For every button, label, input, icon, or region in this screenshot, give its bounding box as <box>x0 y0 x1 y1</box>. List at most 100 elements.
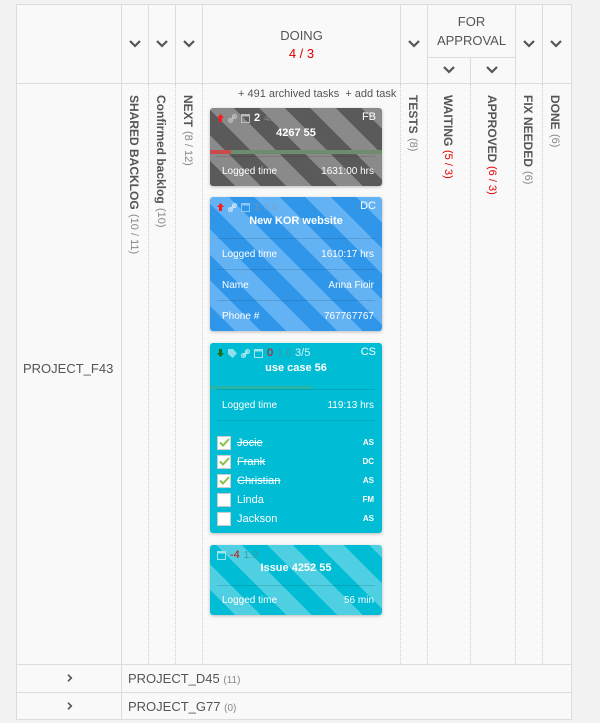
collapse-next-button[interactable] <box>181 38 197 50</box>
checklist-item-name: Frank <box>237 455 266 468</box>
subtask-count: 1 <box>254 201 260 213</box>
add-task-link[interactable]: + add task <box>345 88 396 100</box>
checkbox[interactable] <box>217 454 231 469</box>
estimate: 1.0 <box>277 347 292 359</box>
project-name: PROJECT_D45 <box>128 671 220 686</box>
column-title: TESTS <box>406 95 420 134</box>
column-title: FIX NEEDED <box>521 95 535 168</box>
column-title: APPROVED <box>485 95 499 163</box>
checkmark-icon <box>218 438 230 447</box>
link-icon <box>228 113 237 123</box>
field-value: 767767767 <box>323 311 374 322</box>
chevron-down-icon <box>486 66 498 74</box>
checklist-item: Jackson AS <box>217 510 374 527</box>
collapse-shared-backlog-button[interactable] <box>127 38 143 50</box>
for-approval-column-header: FOR APPROVAL <box>428 12 515 50</box>
field-row: Phone # 767767767 <box>222 311 374 322</box>
checklist-item-initials: DC <box>362 457 374 466</box>
checkbox[interactable] <box>217 511 231 526</box>
doing-column-title: DOING <box>280 28 323 43</box>
project-d45-label[interactable]: PROJECT_D45 (11) <box>128 671 240 686</box>
expand-project-d45-button[interactable] <box>62 672 78 684</box>
field-row: Logged time 56 min <box>222 595 374 606</box>
task-card[interactable]: 1 1.0 DC New KOR website Logged time 1610… <box>210 197 382 331</box>
collapse-confirmed-backlog-button[interactable] <box>154 38 170 50</box>
field-label: Logged time <box>222 595 278 606</box>
chevron-down-icon <box>156 40 168 48</box>
link-icon <box>228 202 237 212</box>
field-label: Logged time <box>222 166 278 177</box>
estimate: 1.0 <box>263 201 278 213</box>
card-title: Issue 4252 55 <box>260 562 332 574</box>
checkbox[interactable] <box>217 435 231 450</box>
collapse-fix-needed-button[interactable] <box>521 38 537 50</box>
checklist-item: Jocie AS <box>217 434 374 451</box>
column-count: (8) <box>407 137 419 152</box>
chevron-down-icon <box>183 40 195 48</box>
field-row: Logged time 1631:00 hrs <box>222 166 374 177</box>
estimate: 1.0 <box>243 549 258 561</box>
priority-low-icon <box>217 349 224 357</box>
calendar-icon <box>241 114 250 123</box>
due-days: 0 <box>267 347 274 359</box>
archived-tasks-link[interactable]: + 491 archived tasks <box>238 88 339 100</box>
for-approval-title-line1: FOR <box>457 14 486 29</box>
card-title: New KOR website <box>249 215 343 227</box>
card-title: 4267 55 <box>276 127 316 139</box>
priority-high-icon <box>217 114 224 122</box>
field-value: 56 min <box>343 595 374 606</box>
column-title: WAITING <box>441 95 455 147</box>
task-card[interactable]: 0 1.0 3/5 CS use case 56 Logged time 119:… <box>210 343 382 533</box>
column-count: (5 / 3) <box>442 150 454 180</box>
field-label: Logged time <box>222 249 278 260</box>
done-column-label: DONE (6) <box>548 95 562 147</box>
chevron-right-icon <box>67 702 73 710</box>
column-title: SHARED BACKLOG <box>127 95 141 210</box>
task-card[interactable]: 2 4.0 FB 4267 55 Logged time 1631:00 hrs <box>210 108 382 186</box>
tag-icon <box>228 348 237 358</box>
field-value: Anna Fioir <box>328 280 374 291</box>
column-title: Confirmed backlog <box>154 95 168 204</box>
doing-column-header: DOING 4 / 3 <box>203 28 400 61</box>
checklist-item-name: Linda <box>237 493 264 506</box>
for-approval-title-line2: APPROVAL <box>436 33 507 48</box>
checklist-item-initials: AS <box>362 514 374 523</box>
card-title: use case 56 <box>265 362 327 374</box>
collapse-approved-button[interactable] <box>484 64 500 76</box>
chevron-down-icon <box>129 40 141 48</box>
approved-column-label: APPROVED (6 / 3) <box>485 95 499 195</box>
checklist-item: Frank DC <box>217 453 374 470</box>
collapse-waiting-button[interactable] <box>441 64 457 76</box>
project-count: (11) <box>223 675 241 686</box>
confirmed-backlog-column-label: Confirmed backlog (10) <box>154 95 168 227</box>
field-row: Name Anna Fioir <box>222 280 374 291</box>
due-days: -4 <box>230 549 240 561</box>
checklist-item-name: Christian <box>237 474 281 487</box>
task-card[interactable]: -4 1.0 Issue 4252 55 Logged time 56 min <box>210 545 382 615</box>
shared-backlog-column-label: SHARED BACKLOG (10 / 11) <box>127 95 141 254</box>
field-value: 119:13 hrs <box>327 400 374 411</box>
project-name: PROJECT_G77 <box>128 699 221 714</box>
field-label: Logged time <box>222 400 278 411</box>
card-icons: 1 1.0 <box>217 201 277 213</box>
column-count: (6) <box>522 171 534 185</box>
card-icons: 0 1.0 3/5 <box>217 347 310 359</box>
field-row: Logged time 119:13 hrs <box>222 400 374 411</box>
field-row: Logged time 1610:17 hrs <box>222 249 374 260</box>
checkbox[interactable] <box>217 473 231 488</box>
collapse-tests-button[interactable] <box>406 38 422 50</box>
doing-links: + 491 archived tasks + add task <box>238 88 396 100</box>
priority-high-icon <box>217 203 224 211</box>
column-count: (8 / 12) <box>182 131 194 166</box>
chevron-down-icon <box>523 40 535 48</box>
estimate: 4.0 <box>264 112 279 124</box>
collapse-done-button[interactable] <box>548 38 564 50</box>
checkbox[interactable] <box>217 492 231 507</box>
project-g77-label[interactable]: PROJECT_G77 (0) <box>128 699 236 714</box>
expand-project-g77-button[interactable] <box>62 700 78 712</box>
checklist-item-initials: AS <box>362 438 374 447</box>
calendar-icon <box>241 203 250 212</box>
field-label: Name <box>222 280 249 291</box>
project-name: PROJECT_F43 <box>23 361 114 376</box>
checkmark-icon <box>218 476 230 485</box>
